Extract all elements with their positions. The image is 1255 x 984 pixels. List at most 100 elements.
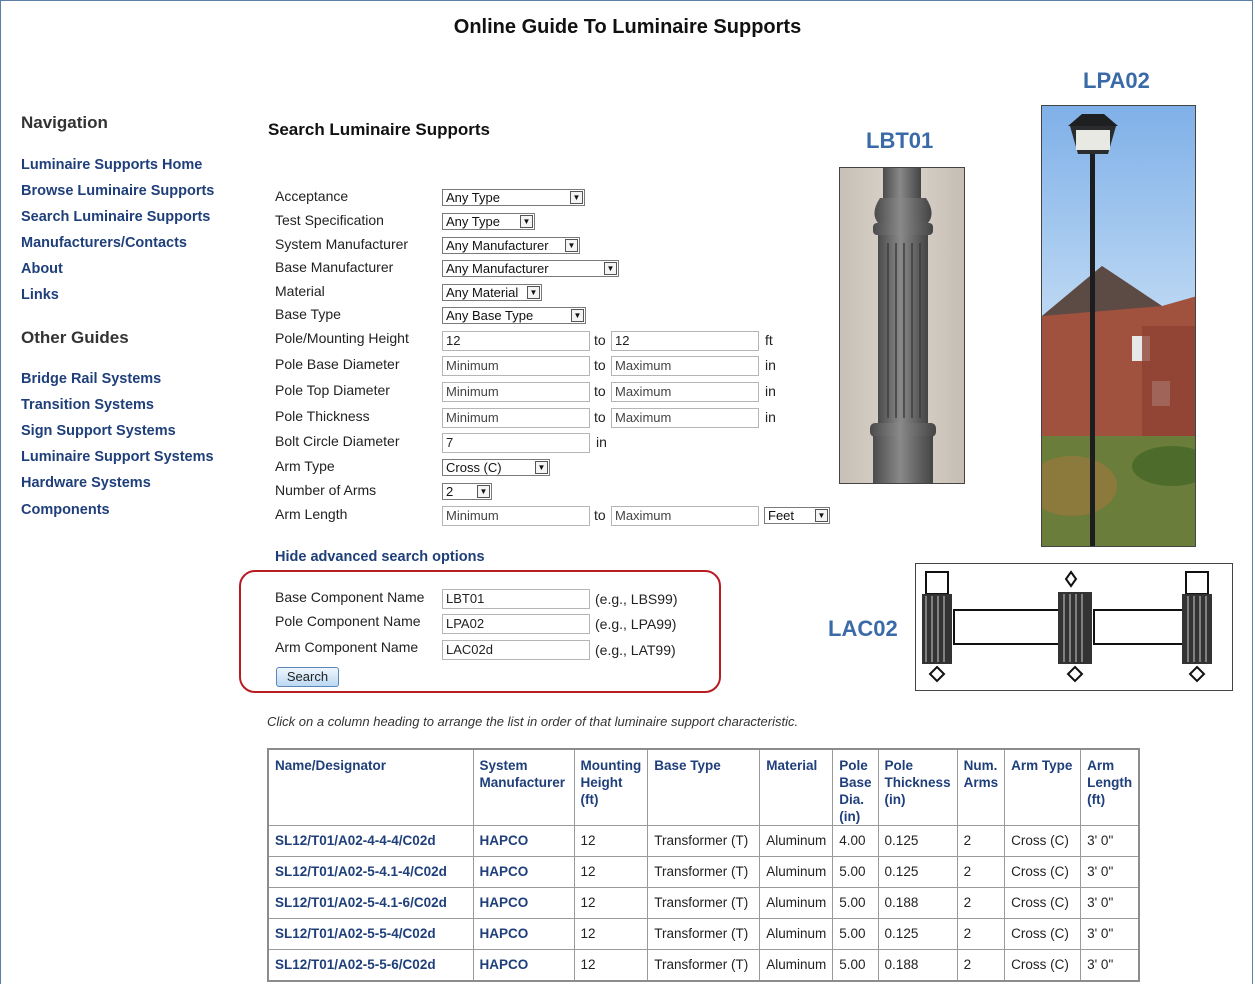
cell: Transformer (T) — [647, 825, 761, 857]
row-manufacturer-link[interactable]: HAPCO — [472, 949, 575, 982]
row-name-link[interactable]: SL12/T01/A02-5-5-6/C02d — [267, 949, 474, 982]
arm-type-select[interactable]: Cross (C) ▼ — [442, 459, 550, 476]
cell: Aluminum — [759, 949, 834, 982]
chevron-down-icon: ▼ — [527, 286, 540, 299]
acceptance-label: Acceptance — [275, 188, 349, 204]
base-type-select[interactable]: Any Base Type ▼ — [442, 307, 586, 324]
col-header-material[interactable]: Material — [759, 748, 834, 826]
arm-length-unit-select[interactable]: Feet ▼ — [764, 507, 830, 524]
nav-link-luminaire-support[interactable]: Luminaire Support Systems — [21, 449, 214, 465]
pole-top-dia-min-input[interactable]: Minimum — [442, 382, 590, 402]
row-manufacturer-link[interactable]: HAPCO — [472, 856, 575, 888]
cell: Aluminum — [759, 825, 834, 857]
cell: 3' 0" — [1080, 918, 1140, 950]
hide-advanced-link[interactable]: Hide advanced search options — [275, 549, 485, 565]
base-component-label: Base Component Name — [275, 589, 425, 605]
base-mfr-select[interactable]: Any Manufacturer ▼ — [442, 260, 619, 277]
cell: 12 — [573, 825, 649, 857]
col-header-height[interactable]: Mounting Height (ft) — [573, 748, 649, 826]
chevron-down-icon: ▼ — [604, 262, 617, 275]
nav-link-hardware[interactable]: Hardware Systems — [21, 475, 151, 491]
unit-label: ft — [765, 332, 773, 348]
row-name-link[interactable]: SL12/T01/A02-5-4.1-4/C02d — [267, 856, 474, 888]
col-header-name[interactable]: Name/Designator — [267, 748, 474, 826]
pole-height-label: Pole/Mounting Height — [275, 330, 409, 346]
material-select[interactable]: Any Material ▼ — [442, 284, 542, 301]
base-illustration — [870, 168, 936, 483]
cell: 0.188 — [877, 887, 958, 919]
row-name-link[interactable]: SL12/T01/A02-5-4.1-6/C02d — [267, 887, 474, 919]
arm-component-input[interactable]: LAC02d — [442, 640, 590, 660]
table-row: SL12/T01/A02-5-4.1-6/C02d HAPCO 12 Trans… — [267, 887, 1140, 919]
num-arms-label: Number of Arms — [275, 482, 377, 498]
arm-image-label: LAC02 — [828, 616, 898, 641]
arm-length-max-input[interactable]: Maximum — [611, 506, 759, 526]
to-label: to — [594, 332, 606, 348]
test-spec-value: Any Type — [446, 214, 500, 229]
cell: 2 — [956, 825, 1006, 857]
pole-base-dia-max-input[interactable]: Maximum — [611, 356, 759, 376]
to-label: to — [594, 383, 606, 399]
cell: Transformer (T) — [647, 918, 761, 950]
pole-height-min-input[interactable]: 12 — [442, 331, 590, 351]
bolt-circle-input[interactable]: 7 — [442, 433, 590, 453]
pole-photo — [1041, 105, 1196, 547]
nav-link-about[interactable]: About — [21, 261, 63, 277]
pole-component-input[interactable]: LPA02 — [442, 614, 590, 634]
search-button[interactable]: Search — [276, 667, 339, 687]
row-manufacturer-link[interactable]: HAPCO — [472, 918, 575, 950]
material-value: Any Material — [446, 285, 519, 300]
cell: Aluminum — [759, 887, 834, 919]
pole-top-dia-max-input[interactable]: Maximum — [611, 382, 759, 402]
chevron-down-icon: ▼ — [570, 191, 583, 204]
test-spec-select[interactable]: Any Type ▼ — [442, 213, 535, 230]
cell: 3' 0" — [1080, 856, 1140, 888]
results-table: Name/Designator System Manufacturer Moun… — [267, 748, 1141, 982]
chevron-down-icon: ▼ — [565, 239, 578, 252]
col-header-base-type[interactable]: Base Type — [647, 748, 761, 826]
pole-height-max-input[interactable]: 12 — [611, 331, 759, 351]
nav-link-links[interactable]: Links — [21, 287, 59, 303]
base-component-input[interactable]: LBT01 — [442, 589, 590, 609]
col-header-thickness[interactable]: Pole Thickness (in) — [877, 748, 958, 826]
pole-thickness-max-input[interactable]: Maximum — [611, 408, 759, 428]
row-manufacturer-link[interactable]: HAPCO — [472, 825, 575, 857]
unit-label: in — [765, 383, 776, 399]
acceptance-value: Any Type — [446, 190, 500, 205]
search-heading: Search Luminaire Supports — [268, 120, 490, 139]
cell: 2 — [956, 887, 1006, 919]
arm-illustration — [922, 570, 1212, 683]
nav-link-transition[interactable]: Transition Systems — [21, 397, 154, 413]
nav-link-components[interactable]: Components — [21, 502, 110, 518]
arm-type-label: Arm Type — [275, 458, 335, 474]
arm-length-min-input[interactable]: Minimum — [442, 506, 590, 526]
nav-link-home[interactable]: Luminaire Supports Home — [21, 157, 202, 173]
arm-photo — [915, 563, 1233, 691]
col-header-arm-length[interactable]: Arm Length (ft) — [1080, 748, 1140, 826]
nav-link-search[interactable]: Search Luminaire Supports — [21, 209, 210, 225]
cell: 3' 0" — [1080, 887, 1140, 919]
nav-link-browse[interactable]: Browse Luminaire Supports — [21, 183, 214, 199]
num-arms-select[interactable]: 2 ▼ — [442, 483, 492, 500]
arm-length-unit-value: Feet — [768, 508, 795, 523]
col-header-num-arms[interactable]: Num. Arms — [956, 748, 1006, 826]
nav-link-bridge-rail[interactable]: Bridge Rail Systems — [21, 371, 161, 387]
cell: Cross (C) — [1004, 887, 1082, 919]
nav-link-sign-support[interactable]: Sign Support Systems — [21, 423, 176, 439]
nav-heading: Navigation — [21, 113, 108, 132]
pole-base-dia-min-input[interactable]: Minimum — [442, 356, 590, 376]
nav-link-manufacturers[interactable]: Manufacturers/Contacts — [21, 235, 187, 251]
cell: 12 — [573, 887, 649, 919]
col-header-base-dia[interactable]: Pole Base Dia. (in) — [832, 748, 879, 826]
system-mfr-select[interactable]: Any Manufacturer ▼ — [442, 237, 580, 254]
base-component-example: (e.g., LBS99) — [595, 591, 678, 607]
col-header-arm-type[interactable]: Arm Type — [1004, 748, 1082, 826]
pole-thickness-min-input[interactable]: Minimum — [442, 408, 590, 428]
row-manufacturer-link[interactable]: HAPCO — [472, 887, 575, 919]
row-name-link[interactable]: SL12/T01/A02-4-4-4/C02d — [267, 825, 474, 857]
unit-label: in — [765, 357, 776, 373]
num-arms-value: 2 — [446, 484, 454, 499]
row-name-link[interactable]: SL12/T01/A02-5-5-4/C02d — [267, 918, 474, 950]
col-header-manufacturer[interactable]: System Manufacturer — [472, 748, 575, 826]
acceptance-select[interactable]: Any Type ▼ — [442, 189, 585, 206]
